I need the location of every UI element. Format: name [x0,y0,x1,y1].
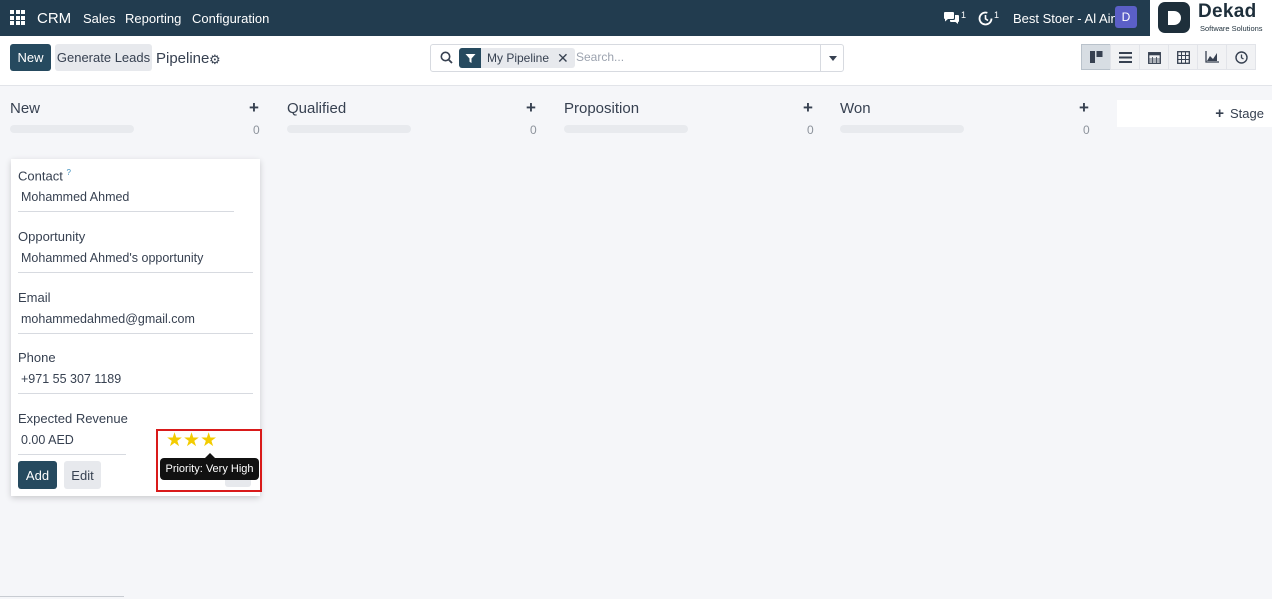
add-button[interactable]: Add [18,461,57,489]
search-facet[interactable]: My Pipeline ✕ [459,48,575,68]
user-avatar[interactable]: D [1115,6,1137,28]
phone-label: Phone [18,350,56,365]
clock-icon [978,11,993,25]
column-title-qualified[interactable]: Qualified [287,100,346,117]
add-stage-button[interactable]: + Stage [1117,100,1272,127]
quick-create-card: Contact ? Mohammed Ahmed Opportunity Moh… [11,159,260,496]
column-count: 0 [807,123,814,137]
calendar-icon [1147,51,1161,64]
generate-leads-button[interactable]: Generate Leads [55,44,152,71]
priority-widget: ★ ★ ★ [166,431,217,450]
search-options-toggle[interactable] [820,45,844,71]
menu-configuration[interactable]: Configuration [192,11,269,26]
graph-icon [1205,51,1219,63]
close-icon[interactable]: ✕ [557,50,575,67]
search-bar: My Pipeline ✕ Search... [430,44,844,72]
contact-field[interactable]: Mohammed Ahmed [18,190,234,212]
phone-field[interactable]: +971 55 307 1189 [18,372,253,394]
plus-icon: + [1215,105,1225,122]
pivot-icon [1176,50,1190,64]
calendar-view-button[interactable] [1139,44,1169,70]
apps-menu-icon[interactable] [10,10,25,25]
column-title-new[interactable]: New [10,100,40,117]
email-label: Email [18,290,51,305]
menu-sales[interactable]: Sales [83,11,116,26]
column-title-won[interactable]: Won [840,100,871,117]
divider [0,596,124,597]
company-logo: Dekad Software Solutions [1150,0,1272,36]
search-input[interactable]: Search... [576,50,624,64]
pivot-view-button[interactable] [1168,44,1198,70]
new-button[interactable]: New [10,44,51,71]
logo-mark-icon [1158,2,1190,33]
app-brand[interactable]: CRM [37,10,71,27]
column-count: 0 [1083,123,1090,137]
column-progressbar[interactable] [564,125,688,133]
star-icon[interactable]: ★ [166,431,183,450]
column-progressbar[interactable] [10,125,134,133]
company-switcher[interactable]: Best Stoer - Al Ain [1013,11,1118,26]
plus-icon[interactable]: + [1079,98,1089,118]
view-switcher [1081,44,1256,70]
opportunity-label: Opportunity [18,229,86,244]
activities-button[interactable]: 1 [978,9,999,27]
logo-subtitle: Software Solutions [1200,24,1263,33]
activities-count: 1 [994,10,1000,20]
add-stage-label: Stage [1230,106,1264,121]
revenue-field[interactable]: 0.00 AED [18,433,126,455]
edit-button[interactable]: Edit [64,461,101,489]
kanban-view-button[interactable] [1081,44,1111,70]
column-count: 0 [530,123,537,137]
column-progressbar[interactable] [287,125,411,133]
star-icon[interactable]: ★ [200,431,217,450]
column-progressbar[interactable] [840,125,964,133]
contact-label: Contact ? [18,168,71,184]
activity-view-button[interactable] [1226,44,1256,70]
logo-name: Dekad [1198,1,1257,22]
messages-count: 1 [961,10,967,20]
menu-reporting[interactable]: Reporting [125,11,181,26]
priority-tooltip: Priority: Very High [160,453,259,480]
opportunity-field[interactable]: Mohammed Ahmed's opportunity [18,251,253,273]
column-count: 0 [253,123,260,137]
plus-icon[interactable]: + [526,98,536,118]
graph-view-button[interactable] [1197,44,1227,70]
page-title[interactable]: Pipeline [156,50,209,67]
messages-button[interactable]: 1 [943,9,966,27]
revenue-label: Expected Revenue [18,411,128,426]
kanban-icon [1089,51,1102,63]
activity-icon [1234,50,1248,64]
facet-label: My Pipeline [487,51,550,65]
chat-icon [944,11,959,24]
help-icon[interactable]: ? [66,168,70,177]
list-view-button[interactable] [1110,44,1140,70]
list-icon [1118,51,1132,63]
filter-icon [459,48,481,68]
star-icon[interactable]: ★ [183,431,200,450]
plus-icon[interactable]: + [803,98,813,118]
caret-down-icon [828,55,837,61]
search-icon [440,51,453,64]
gear-icon[interactable]: ⚙ [209,52,221,68]
top-navbar: CRM Sales Reporting Configuration 1 1 Be… [0,0,1272,36]
column-title-proposition[interactable]: Proposition [564,100,639,117]
email-field[interactable]: mohammedahmed@gmail.com [18,312,253,334]
plus-icon[interactable]: + [249,98,259,118]
